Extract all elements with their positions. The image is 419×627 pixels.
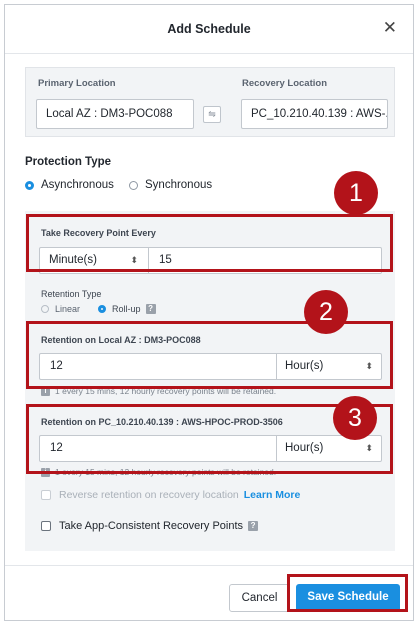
radio-synchronous[interactable]: Synchronous — [129, 179, 212, 191]
swap-icon[interactable]: ⇋ — [203, 106, 221, 123]
radio-asynchronous-label: Asynchronous — [41, 179, 114, 191]
retention-type-label: Retention Type — [41, 289, 102, 299]
radio-synchronous-label: Synchronous — [145, 179, 213, 191]
radio-unselected-icon — [129, 180, 138, 190]
close-icon[interactable]: ✕ — [383, 18, 397, 38]
recovery-location-field[interactable]: PC_10.210.40.139 : AWS-... — [241, 99, 388, 129]
location-panel: Primary Location Local AZ : DM3-POC088 ⇋… — [25, 67, 395, 137]
annotation-badge-2: 2 — [304, 290, 348, 334]
radio-linear[interactable]: Linear — [41, 304, 80, 314]
checkbox-icon — [41, 521, 51, 531]
learn-more-link[interactable]: Learn More — [244, 489, 301, 501]
primary-location-label: Primary Location — [38, 78, 116, 89]
help-icon[interactable]: ? — [248, 521, 259, 531]
cancel-button[interactable]: Cancel — [229, 584, 290, 612]
annotation-box-1 — [26, 214, 393, 272]
radio-unselected-icon — [41, 305, 49, 313]
checkbox-disabled-icon — [41, 490, 51, 500]
reverse-retention-checkbox[interactable]: Reverse retention on recovery location L… — [41, 489, 300, 501]
protection-type-title: Protection Type — [25, 156, 112, 168]
radio-rollup-label: Roll-up — [112, 304, 141, 314]
radio-rollup[interactable]: Roll-up ? — [98, 304, 156, 314]
annotation-badge-3: 3 — [333, 396, 377, 440]
radio-asynchronous[interactable]: Asynchronous — [25, 179, 114, 191]
radio-selected-icon — [25, 180, 34, 190]
radio-linear-label: Linear — [55, 304, 81, 314]
primary-location-field[interactable]: Local AZ : DM3-POC088 — [36, 99, 194, 129]
reverse-retention-label: Reverse retention on recovery location — [59, 489, 239, 501]
radio-selected-icon — [98, 305, 106, 313]
help-icon[interactable]: ? — [145, 304, 156, 314]
dialog-title: Add Schedule — [167, 22, 251, 36]
app-consistent-label: Take App-Consistent Recovery Points — [59, 520, 244, 532]
add-schedule-dialog: Add Schedule ✕ Primary Location Local AZ… — [4, 4, 414, 621]
dialog-header: Add Schedule ✕ — [5, 5, 413, 54]
annotation-box-2 — [26, 321, 393, 389]
app-consistent-checkbox[interactable]: Take App-Consistent Recovery Points ? — [41, 520, 259, 532]
annotation-box-save — [287, 574, 408, 612]
annotation-badge-1: 1 — [334, 171, 378, 215]
recovery-location-label: Recovery Location — [242, 78, 327, 89]
